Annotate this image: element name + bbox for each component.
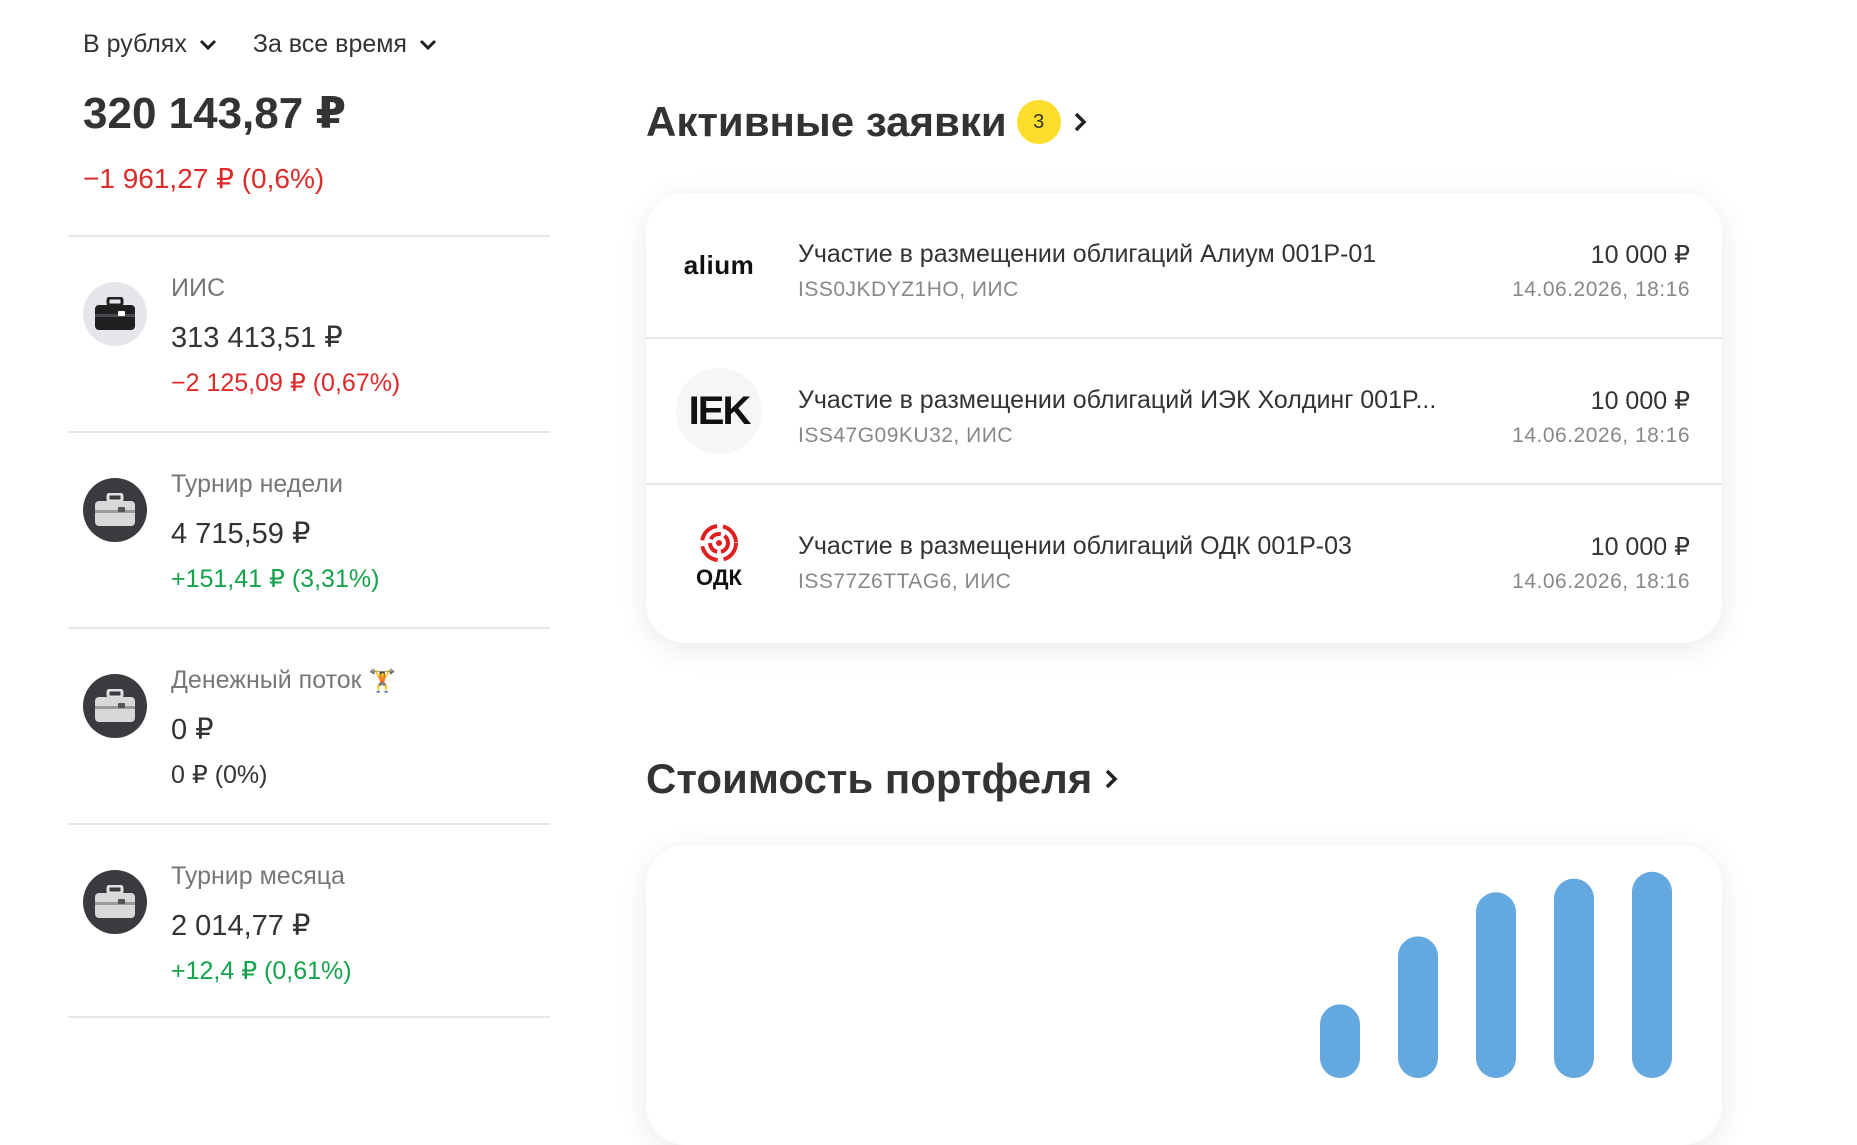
account-item-iis[interactable]: ИИС 313 413,51 ₽ −2 125,09 ₽ (0,67%) bbox=[68, 236, 550, 432]
briefcase-icon bbox=[95, 297, 135, 330]
account-change: 0 ₽ (0%) bbox=[171, 761, 268, 789]
account-value: 0 ₽ bbox=[171, 714, 214, 746]
portfolio-value-title: Стоимость портфеля bbox=[646, 755, 1093, 802]
chevron-down-icon bbox=[419, 39, 437, 50]
chart-bar[interactable] bbox=[1632, 871, 1672, 1078]
portfolio-value-chart bbox=[1320, 871, 1672, 1078]
currency-label: В рублях bbox=[83, 30, 187, 58]
portfolio-total: 320 143,87 ₽ bbox=[83, 89, 347, 138]
account-avatar bbox=[83, 674, 147, 738]
chevron-right-icon bbox=[1106, 769, 1118, 789]
chevron-down-icon bbox=[199, 39, 216, 50]
account-avatar bbox=[83, 870, 147, 934]
account-change: −2 125,09 ₽ (0,67%) bbox=[171, 369, 401, 397]
active-orders-title: Активные заявки bbox=[646, 98, 1007, 145]
active-orders-heading[interactable]: Активные заявки 3 bbox=[646, 98, 1087, 146]
account-value: 313 413,51 ₽ bbox=[171, 322, 343, 354]
chart-bar[interactable] bbox=[1476, 892, 1516, 1078]
order-date: 14.06.2026, 18:16 bbox=[1512, 278, 1690, 301]
order-row[interactable]: ОДК Участие в размещении облигаций ОДК 0… bbox=[646, 483, 1722, 629]
order-row[interactable]: IEK Участие в размещении облигаций ИЭК Х… bbox=[646, 337, 1722, 483]
account-item-cash-flow[interactable]: Денежный поток 🏋️ 0 ₽ 0 ₽ (0%) bbox=[68, 628, 550, 824]
account-avatar bbox=[83, 282, 147, 346]
order-title: Участие в размещении облигаций Алиум 001… bbox=[798, 240, 1377, 268]
alium-logo-text: alium bbox=[683, 249, 755, 280]
alium-logo: alium bbox=[676, 225, 762, 305]
briefcase-icon bbox=[95, 885, 135, 918]
portfolio-change: −1 961,27 ₽ (0,6%) bbox=[83, 163, 325, 194]
period-dropdown[interactable]: За все время bbox=[253, 30, 437, 59]
account-avatar bbox=[83, 478, 147, 542]
order-amount: 10 000 ₽ bbox=[1590, 241, 1690, 269]
iek-logo-text: IEK bbox=[688, 388, 752, 433]
period-label: За все время bbox=[252, 30, 407, 58]
briefcase-icon bbox=[95, 493, 135, 526]
account-value: 4 715,59 ₽ bbox=[171, 518, 311, 550]
odk-emblem-icon bbox=[700, 524, 738, 562]
order-title: Участие в размещении облигаций ИЭК Холди… bbox=[798, 386, 1437, 414]
chart-bar[interactable] bbox=[1320, 1004, 1360, 1078]
chevron-right-icon bbox=[1074, 112, 1087, 132]
account-name: ИИС bbox=[171, 274, 225, 302]
order-subtitle: ISS0JKDYZ1HO, ИИС bbox=[798, 278, 1019, 301]
account-name: Турнир недели bbox=[171, 470, 343, 498]
accounts-panel: В рублях За все время 320 143,87 ₽ −1 96… bbox=[0, 0, 560, 1018]
account-name: Денежный поток 🏋️ bbox=[171, 666, 396, 695]
account-name: Турнир месяца bbox=[171, 862, 345, 890]
active-orders-card: alium Участие в размещении облигаций Али… bbox=[646, 193, 1722, 643]
odk-logo-text: ОДК bbox=[696, 565, 742, 590]
chart-bar[interactable] bbox=[1398, 936, 1438, 1078]
order-amount: 10 000 ₽ bbox=[1590, 533, 1690, 561]
portfolio-value-heading[interactable]: Стоимость портфеля bbox=[646, 755, 1118, 803]
currency-dropdown[interactable]: В рублях bbox=[83, 30, 217, 59]
order-amount: 10 000 ₽ bbox=[1590, 387, 1690, 415]
chart-bar[interactable] bbox=[1554, 878, 1594, 1078]
portfolio-value-card bbox=[646, 845, 1722, 1145]
account-change: +12,4 ₽ (0,61%) bbox=[171, 957, 352, 985]
odk-logo: ОДК bbox=[676, 517, 762, 597]
filters: В рублях За все время bbox=[83, 30, 437, 59]
order-title: Участие в размещении облигаций ОДК 001P-… bbox=[798, 532, 1352, 560]
account-item-weekly-tournament[interactable]: Турнир недели 4 715,59 ₽ +151,41 ₽ (3,31… bbox=[68, 432, 550, 628]
account-change: +151,41 ₽ (3,31%) bbox=[171, 565, 380, 593]
iek-logo: IEK bbox=[676, 368, 762, 454]
briefcase-icon bbox=[95, 689, 135, 722]
weightlifter-emoji-icon: 🏋️ bbox=[368, 668, 396, 693]
orders-count-badge: 3 bbox=[1016, 100, 1061, 144]
order-date: 14.06.2026, 18:16 bbox=[1512, 570, 1690, 593]
account-value: 2 014,77 ₽ bbox=[171, 910, 311, 942]
account-item-monthly-tournament[interactable]: Турнир месяца 2 014,77 ₽ +12,4 ₽ (0,61%) bbox=[68, 824, 550, 1020]
order-subtitle: ISS47G09KU32, ИИС bbox=[798, 424, 1013, 447]
order-date: 14.06.2026, 18:16 bbox=[1512, 424, 1690, 447]
account-name-text: Денежный поток bbox=[171, 666, 362, 694]
order-row[interactable]: alium Участие в размещении облигаций Али… bbox=[646, 193, 1722, 337]
order-subtitle: ISS77Z6TTAG6, ИИС bbox=[798, 570, 1012, 593]
